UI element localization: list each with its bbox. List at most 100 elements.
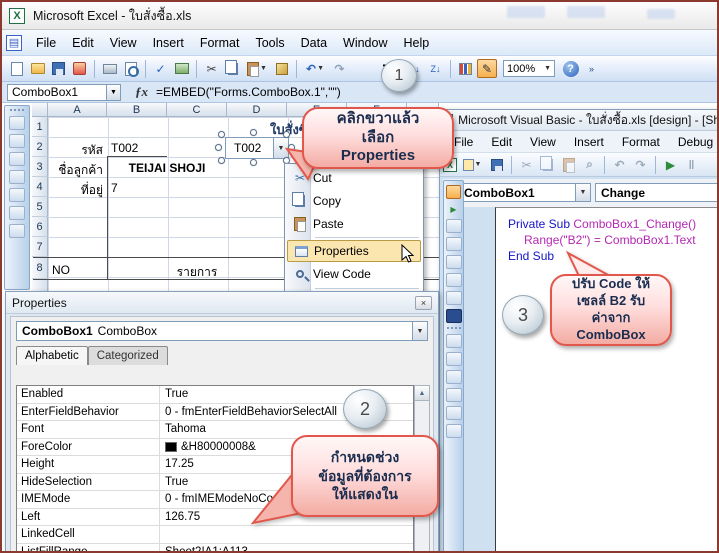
cell-a8-label[interactable]: NO bbox=[52, 263, 70, 277]
vb-step-over-icon[interactable] bbox=[446, 291, 462, 305]
vb-menu-view[interactable]: View bbox=[522, 132, 564, 152]
zoom-select[interactable]: 100%▼ bbox=[503, 60, 555, 77]
menu-view[interactable]: View bbox=[102, 33, 145, 53]
format-painter-icon[interactable] bbox=[272, 59, 291, 78]
vb-save-icon[interactable] bbox=[487, 155, 506, 174]
menu-insert[interactable]: Insert bbox=[145, 33, 192, 53]
vb-step-into-icon[interactable] bbox=[446, 273, 462, 287]
vertical-toolbar-icon-6[interactable] bbox=[9, 206, 25, 220]
selection-handle[interactable] bbox=[218, 131, 225, 138]
menu-edit[interactable]: Edit bbox=[64, 33, 102, 53]
vb-menu-insert[interactable]: Insert bbox=[566, 132, 612, 152]
property-row-listfillrange[interactable]: ListFillRangeSheet2!A1:A113 bbox=[17, 544, 413, 553]
vb-outdent-icon[interactable] bbox=[446, 424, 462, 438]
row-header-5[interactable]: 5 bbox=[32, 197, 48, 217]
menu-format[interactable]: Format bbox=[192, 33, 248, 53]
vb-indent-icon[interactable] bbox=[446, 406, 462, 420]
selection-handle[interactable] bbox=[288, 144, 295, 151]
selection-handle[interactable] bbox=[283, 131, 290, 138]
menu-window[interactable]: Window bbox=[335, 33, 395, 53]
row-header-1[interactable]: 1 bbox=[32, 117, 48, 137]
vb-properties-window-icon[interactable] bbox=[446, 352, 462, 366]
vb-menu-edit[interactable]: Edit bbox=[483, 132, 520, 152]
sheet-combobox[interactable]: T002 ▼ bbox=[225, 137, 289, 159]
cell-a4-label[interactable]: ที่อยู่ bbox=[48, 181, 103, 200]
row-header-8[interactable]: 8 bbox=[32, 257, 48, 279]
vb-run-small-icon[interactable]: ▶ bbox=[447, 203, 461, 215]
tab-categorized[interactable]: Categorized bbox=[88, 346, 168, 365]
redo-icon[interactable]: ↷ bbox=[330, 59, 349, 78]
paste-icon[interactable]: ▼ bbox=[244, 59, 270, 78]
vb-code-pane[interactable]: Private Sub ComboBox1_Change() Range("B2… bbox=[495, 207, 719, 553]
cut-icon[interactable]: ✂ bbox=[202, 59, 221, 78]
context-menu-cut[interactable]: ✂ Cut bbox=[287, 167, 421, 189]
print-preview-icon[interactable] bbox=[121, 59, 140, 78]
select-all-corner[interactable] bbox=[32, 103, 48, 117]
cell-b3-value[interactable]: TEIJAI SHOJI bbox=[107, 161, 227, 175]
hyperlink-icon[interactable] bbox=[351, 59, 375, 78]
selection-handle[interactable] bbox=[215, 144, 222, 151]
name-box-dropdown-icon[interactable]: ▼ bbox=[107, 84, 121, 101]
context-menu-paste[interactable]: Paste bbox=[287, 213, 421, 235]
cell-b2-value[interactable]: T002 bbox=[111, 141, 138, 155]
vb-cut-icon[interactable]: ✂ bbox=[517, 155, 536, 174]
chart-wizard-icon[interactable] bbox=[456, 59, 475, 78]
vertical-toolbar-icon-3[interactable] bbox=[9, 152, 25, 166]
vb-object-browser-icon[interactable] bbox=[446, 370, 462, 384]
permission-icon[interactable] bbox=[70, 59, 89, 78]
name-box[interactable]: ComboBox1 bbox=[7, 84, 107, 101]
vb-toolbar-grip[interactable] bbox=[447, 327, 461, 330]
vb-stop-icon[interactable] bbox=[446, 237, 462, 251]
print-icon[interactable] bbox=[100, 59, 119, 78]
formula-text[interactable]: =EMBED("Forms.ComboBox.1","") bbox=[156, 85, 341, 99]
save-icon[interactable] bbox=[49, 59, 68, 78]
vb-watch-icon[interactable] bbox=[446, 388, 462, 402]
menu-help[interactable]: Help bbox=[396, 33, 438, 53]
vertical-toolbar-icon-5[interactable] bbox=[9, 188, 25, 202]
selection-handle[interactable] bbox=[250, 159, 257, 166]
menu-file[interactable]: File bbox=[28, 33, 64, 53]
sort-descending-icon[interactable]: Z↓ bbox=[426, 59, 445, 78]
row-header-2[interactable]: 2 bbox=[32, 137, 48, 157]
column-header-b[interactable]: B bbox=[107, 103, 167, 117]
vb-toolbox-selected-icon[interactable] bbox=[446, 309, 462, 323]
menu-data[interactable]: Data bbox=[293, 33, 335, 53]
vb-design-mode-icon[interactable] bbox=[446, 185, 461, 199]
vb-pause-small-icon[interactable] bbox=[446, 219, 462, 233]
vb-hand-icon[interactable] bbox=[446, 255, 462, 269]
vertical-toolbar-icon-1[interactable] bbox=[9, 116, 25, 130]
tab-alphabetic[interactable]: Alphabetic bbox=[16, 346, 88, 365]
vb-project-explorer-icon[interactable] bbox=[446, 334, 462, 348]
vb-copy-icon[interactable] bbox=[538, 155, 557, 174]
context-menu-copy[interactable]: Copy bbox=[287, 190, 421, 212]
selection-handle[interactable] bbox=[250, 129, 257, 136]
vb-paste-icon[interactable] bbox=[559, 155, 578, 174]
selection-handle[interactable] bbox=[218, 157, 225, 164]
vb-find-icon[interactable]: ⌕ bbox=[580, 155, 599, 174]
combobox-dropdown-icon[interactable]: ▼ bbox=[273, 138, 288, 158]
vertical-toolbar-icon-2[interactable] bbox=[9, 134, 25, 148]
vb-run-icon[interactable]: ▶ bbox=[661, 155, 680, 174]
toolbar-grip[interactable] bbox=[10, 109, 24, 112]
vb-menu-format[interactable]: Format bbox=[614, 132, 668, 152]
undo-icon[interactable]: ↶▼ bbox=[302, 59, 328, 78]
vertical-toolbar-icon-7[interactable] bbox=[9, 224, 25, 238]
insert-function-icon[interactable]: ƒx bbox=[135, 84, 148, 100]
drawing-icon[interactable]: ✎ bbox=[477, 59, 497, 78]
properties-object-dropdown[interactable]: ComboBox1 ComboBox ▼ bbox=[16, 321, 428, 341]
row-header-6[interactable]: 6 bbox=[32, 217, 48, 237]
scrollbar-up-icon[interactable]: ▲ bbox=[415, 386, 429, 401]
research-icon[interactable] bbox=[172, 59, 191, 78]
close-icon[interactable]: × bbox=[415, 296, 432, 310]
context-menu-view-code[interactable]: View Code bbox=[287, 263, 421, 285]
vb-pause-icon[interactable]: ‖ bbox=[682, 155, 701, 174]
open-icon[interactable] bbox=[28, 59, 47, 78]
column-header-c[interactable]: C bbox=[167, 103, 227, 117]
vb-object-dropdown[interactable]: ComboBox1 ▼ bbox=[458, 183, 591, 202]
vb-event-dropdown[interactable]: Change bbox=[595, 183, 719, 202]
row-header-4[interactable]: 4 bbox=[32, 177, 48, 197]
menu-tools[interactable]: Tools bbox=[247, 33, 292, 53]
vb-redo-icon[interactable]: ↷ bbox=[631, 155, 650, 174]
vb-undo-icon[interactable]: ↶ bbox=[610, 155, 629, 174]
help-icon[interactable]: ? bbox=[561, 59, 580, 78]
